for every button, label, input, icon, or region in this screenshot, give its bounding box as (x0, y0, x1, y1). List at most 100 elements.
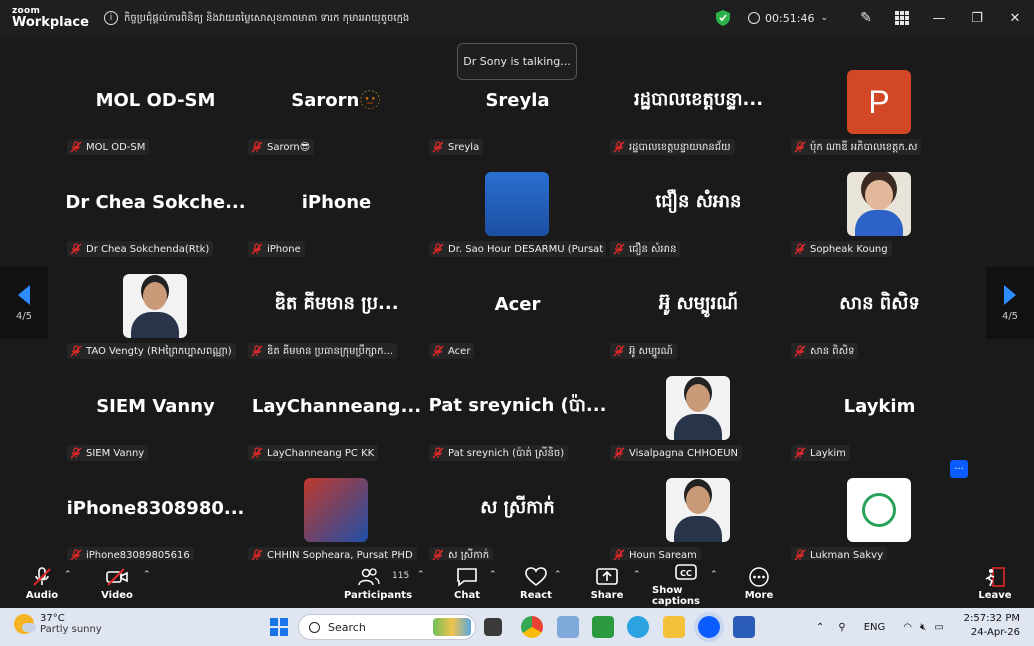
participant-name: អ៊ូ សម្បូរណ៍ (629, 345, 673, 357)
wifi-icon[interactable]: ◠ (903, 622, 912, 633)
close-button[interactable]: ✕ (996, 0, 1034, 36)
mic-muted-icon (613, 447, 625, 459)
participant-display-name: iPhone (301, 191, 372, 213)
more-button[interactable]: More (742, 560, 776, 608)
participant-tile[interactable]: MOL OD-SM MOL OD-SM (67, 64, 244, 162)
participant-tile[interactable]: P ប៉ុក ណាឌី អភិបាលខេត្តក.ស (791, 64, 968, 162)
participant-name: CHHIN Sopheara, Pursat PHD (267, 549, 413, 561)
battery-icon[interactable]: ▭ (934, 622, 943, 633)
prev-page-button[interactable]: 4/5 (0, 267, 48, 339)
participants-count: 115 (392, 571, 410, 581)
app-icon-2[interactable] (592, 616, 614, 638)
participants-button[interactable]: Participants (344, 560, 412, 608)
participant-tile[interactable]: CHHIN Sopheara, Pursat PHD (248, 472, 425, 570)
participant-tile[interactable]: Dr. Sao Hour DESARMU (Pursat P... (429, 166, 606, 264)
participant-tile[interactable]: រដ្ឋបាលខេត្តបន្ទា... រដ្ឋបាលខេត្តបន្ទាយមា… (610, 64, 787, 162)
video-button[interactable]: Video (100, 560, 134, 608)
zoom-taskbar-icon[interactable] (698, 616, 720, 638)
participant-name-label: ប៉ុក ណាឌី អភិបាលខេត្តក.ស (791, 139, 922, 155)
chat-options-caret[interactable]: ⌃ (489, 570, 497, 580)
share-button[interactable]: Share (590, 560, 624, 608)
participant-tile[interactable]: TAO Vengty (RHព្រៃកប្បាសពណ្ណា) (67, 268, 244, 366)
mic-muted-icon (432, 141, 444, 153)
participant-tile[interactable]: Visalpagna CHHOEUN (610, 370, 787, 468)
participant-tile[interactable]: Acer Acer (429, 268, 606, 366)
participant-name: Dr. Sao Hour DESARMU (Pursat P... (448, 243, 606, 255)
chrome-icon[interactable] (521, 616, 543, 638)
partly-sunny-icon (14, 614, 36, 634)
audio-options-caret[interactable]: ⌃ (64, 570, 72, 580)
telegram-icon[interactable] (627, 616, 649, 638)
audio-button[interactable]: Audio (26, 560, 58, 608)
shield-icon[interactable] (716, 10, 731, 26)
participant-name-label: ជឿន សំអាន (610, 241, 681, 257)
word-icon[interactable] (733, 616, 755, 638)
next-page-button[interactable]: 4/5 (986, 267, 1034, 339)
participant-tile[interactable]: Dr Chea Sokche... Dr Chea Sokchenda(Rtk) (67, 166, 244, 264)
participant-tile[interactable]: iPhone iPhone (248, 166, 425, 264)
tray-chevron-icon[interactable]: ⌃ (816, 622, 824, 633)
meeting-timer[interactable]: 00:51:46 ⌄ (748, 12, 828, 25)
volume-muted-icon[interactable]: 🔇︎ (920, 622, 926, 633)
react-options-caret[interactable]: ⌃ (554, 570, 562, 580)
participant-tile[interactable]: ឌិត គីមមាន ប្រ... ឌិត គីមមាន ប្រធានក្រុមប… (248, 268, 425, 366)
task-view-icon[interactable] (484, 618, 502, 636)
participant-tile[interactable]: Sreyla Sreyla (429, 64, 606, 162)
share-options-caret[interactable]: ⌃ (633, 570, 641, 580)
participant-tile[interactable]: Lukman Sakvy (791, 472, 968, 570)
participant-tile[interactable]: អ៊ូ សម្បូរណ៍ អ៊ូ សម្បូរណ៍ (610, 268, 787, 366)
annotate-icon[interactable]: ✎ (848, 0, 884, 36)
leave-button[interactable]: Leave (978, 560, 1012, 608)
tile-more-options-button[interactable]: ··· (950, 460, 968, 478)
participant-tile[interactable]: Pat sreynich (ប៉ា... Pat sreynich (ប៉ាត់ … (429, 370, 606, 468)
participant-name: Laykim (810, 447, 846, 459)
view-grid-icon[interactable] (884, 0, 920, 36)
chat-label: Chat (454, 590, 480, 601)
title-bar: zoom Workplace i កិច្ចប្រជុំផ្ដល់ការពិនិ… (0, 0, 1034, 36)
minimize-button[interactable]: — (920, 0, 958, 36)
participant-tile[interactable]: Houn Saream (610, 472, 787, 570)
participant-tile[interactable]: ជឿន សំអាន ជឿន សំអាន (610, 166, 787, 264)
participant-name: iPhone (267, 243, 301, 255)
system-tray: ⌃ ⚲ ENG ◠ 🔇︎ ▭ (816, 608, 944, 646)
input-language[interactable]: ENG (864, 622, 886, 633)
participant-name: iPhone83089805616 (86, 549, 190, 561)
weather-condition: Partly sunny (40, 624, 102, 635)
captions-options-caret[interactable]: ⌃ (710, 570, 718, 580)
windows-taskbar: 37°C Partly sunny Search ⌃ ⚲ ENG ◠ 🔇︎ ▭ … (0, 608, 1034, 646)
participant-name-label: iPhone (248, 241, 305, 257)
participant-display-name: Sreyla (485, 89, 550, 111)
participant-tile[interactable]: iPhone8308980... iPhone83089805616 (67, 472, 244, 570)
video-label: Video (101, 590, 133, 601)
captions-button[interactable]: CC Show captions (652, 560, 720, 608)
participant-tile[interactable]: សាន ពិសិទ សាន ពិសិទ (791, 268, 968, 366)
react-button[interactable]: React (518, 560, 554, 608)
participant-tile[interactable]: Laykim Laykim (791, 370, 968, 468)
participant-name: Pat sreynich (ប៉ាត់ ស្រីនិច) (448, 447, 565, 459)
taskbar-clock[interactable]: 2:57:32 PM 24-Apr-26 (964, 612, 1020, 640)
participant-tile[interactable]: Sarorn🫥 Sarorn😎 (248, 64, 425, 162)
file-explorer-icon[interactable] (663, 616, 685, 638)
language-tray-icon[interactable]: ⚲ (838, 622, 845, 633)
windows-start-icon[interactable] (270, 618, 288, 636)
mic-muted-icon (794, 345, 806, 357)
participant-display-name: រដ្ឋបាលខេត្តបន្ទា... (633, 88, 764, 110)
participants-options-caret[interactable]: ⌃ (417, 570, 425, 580)
video-options-caret[interactable]: ⌃ (143, 570, 151, 580)
participant-tile[interactable]: LayChanneang... LayChanneang PC KK (248, 370, 425, 468)
participant-tile[interactable]: SIEM Vanny SIEM Vanny (67, 370, 244, 468)
restore-button[interactable]: ❐ (958, 0, 996, 36)
participant-tile[interactable]: Sopheak Koung (791, 166, 968, 264)
chat-button[interactable]: Chat (452, 560, 482, 608)
info-icon[interactable]: i (104, 11, 118, 25)
meeting-toolbar: Audio ⌃ Video ⌃ Participants 115 ⌃ Chat … (0, 560, 1034, 608)
taskbar-search[interactable]: Search (298, 614, 476, 640)
app-icon-1[interactable] (557, 616, 579, 638)
meeting-title: កិច្ចប្រជុំផ្ដល់ការពិនិត្យ និងវាយតម្លៃសោ… (124, 12, 410, 24)
participant-avatar (666, 478, 730, 542)
weather-widget[interactable]: 37°C Partly sunny (14, 613, 102, 635)
participant-name: MOL OD-SM (86, 141, 146, 153)
mic-muted-icon (251, 243, 263, 255)
participant-tile[interactable]: ស ស្រីកាក់ស ស្រីកាក់ (429, 472, 606, 570)
participant-name-label: សាន ពិសិទ (791, 343, 859, 359)
